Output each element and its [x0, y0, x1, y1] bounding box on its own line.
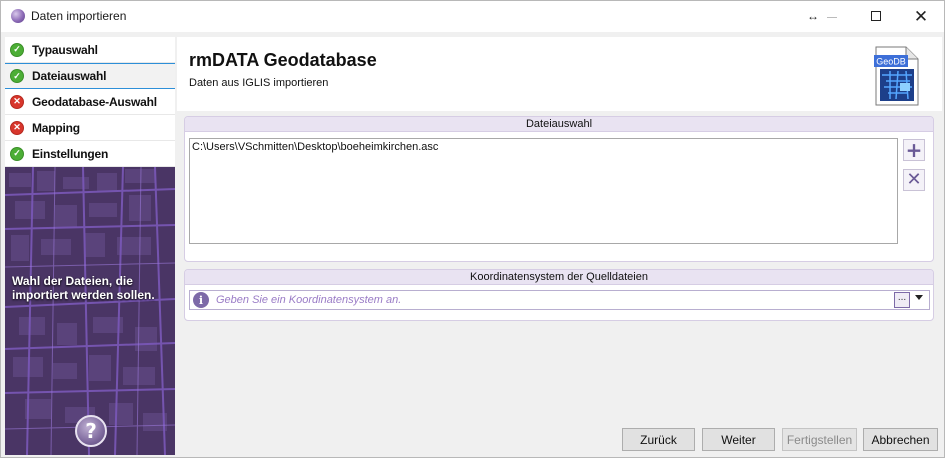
maximize-icon [871, 11, 881, 21]
back-button[interactable]: Zurück [622, 428, 695, 451]
file-selection-title: Dateiauswahl [185, 117, 933, 132]
step-label: Typauswahl [32, 42, 98, 57]
title-bar: Daten importieren ↔ ✕ [1, 1, 944, 32]
step-label: Geodatabase-Auswahl [32, 94, 157, 109]
error-icon: ✕ [10, 94, 24, 109]
coordinate-system-group: Koordinatensystem der Quelldateien i ... [184, 269, 934, 321]
close-icon: ✕ [913, 6, 929, 26]
app-icon [11, 9, 25, 23]
step-dateiauswahl[interactable]: ✓ Dateiauswahl [5, 63, 175, 89]
help-button[interactable]: ? [75, 415, 107, 447]
page-subtitle: Daten aus IGLIS importieren [189, 77, 329, 89]
coordinate-system-input[interactable] [216, 291, 886, 309]
close-button[interactable]: ✕ [898, 1, 944, 31]
error-icon: ✕ [10, 120, 24, 135]
step-mapping[interactable]: ✕ Mapping [5, 115, 175, 141]
step-typauswahl[interactable]: ✓ Typauswahl [5, 37, 175, 63]
wizard-step-list: ✓ Typauswahl ✓ Dateiauswahl ✕ Geodatabas… [5, 37, 175, 167]
map-background-image [5, 167, 175, 455]
step-label: Mapping [32, 120, 80, 135]
step-geodatabase-auswahl[interactable]: ✕ Geodatabase-Auswahl [5, 89, 175, 115]
page-title: rmDATA Geodatabase [189, 50, 377, 70]
minimize-button[interactable] [809, 1, 855, 31]
wizard-content: rmDATA Geodatabase Daten aus IGLIS impor… [177, 37, 942, 455]
remove-file-button[interactable]: ✕ [903, 169, 925, 191]
step-hint: Wahl der Dateien, die importiert werden … [12, 274, 155, 302]
browse-button[interactable]: ... [894, 292, 910, 308]
check-icon: ✓ [10, 42, 24, 57]
step-label: Dateiauswahl [32, 69, 107, 83]
cancel-button[interactable]: Abbrechen [863, 428, 938, 451]
geodb-logo-text: GeoDB [876, 57, 906, 67]
file-list-item[interactable]: C:\Users\VSchmitten\Desktop\boeheimkirch… [192, 141, 438, 153]
chevron-down-icon[interactable] [915, 295, 923, 300]
coordinate-system-title: Koordinatensystem der Quelldateien [185, 270, 933, 285]
check-icon: ✓ [10, 69, 24, 83]
info-icon: i [193, 292, 209, 308]
question-icon: ? [85, 419, 97, 443]
file-selection-group: Dateiauswahl C:\Users\VSchmitten\Desktop… [184, 116, 934, 262]
geodb-logo-icon: GeoDB [874, 46, 919, 106]
step-label: Einstellungen [32, 146, 109, 161]
step-einstellungen[interactable]: ✓ Einstellungen [5, 141, 175, 167]
remove-x-icon: ✕ [906, 169, 922, 190]
file-list[interactable]: C:\Users\VSchmitten\Desktop\boeheimkirch… [189, 138, 898, 244]
check-icon: ✓ [10, 146, 24, 161]
minimize-icon [827, 16, 837, 18]
coordinate-system-combo[interactable]: i ... [189, 290, 930, 310]
plus-icon: + [905, 138, 923, 162]
wizard-sidebar: ✓ Typauswahl ✓ Dateiauswahl ✕ Geodatabas… [5, 37, 175, 455]
import-dialog: Daten importieren ↔ ✕ ✓ Typauswahl ✓ Dat… [0, 0, 945, 458]
page-header: rmDATA Geodatabase Daten aus IGLIS impor… [177, 37, 942, 111]
add-file-button[interactable]: + [903, 139, 925, 161]
finish-button[interactable]: Fertigstellen [782, 428, 857, 451]
window-title: Daten importieren [31, 9, 127, 23]
next-button[interactable]: Weiter [702, 428, 775, 451]
maximize-button[interactable] [853, 1, 899, 31]
